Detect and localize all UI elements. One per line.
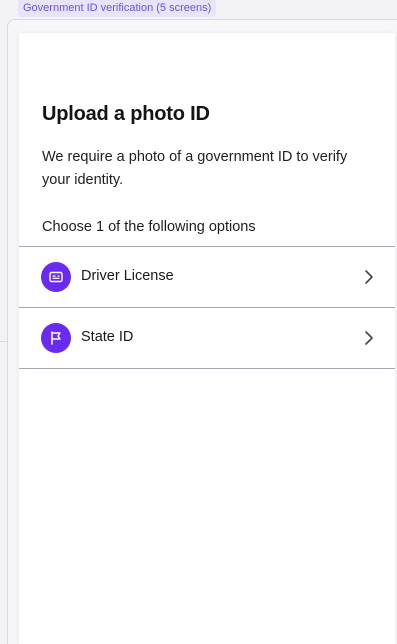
page-title: Upload a photo ID [42, 103, 210, 125]
design-canvas: Government ID verification (5 screens) U… [0, 0, 397, 644]
description-text: We require a photo of a government ID to… [42, 149, 348, 188]
flow-label[interactable]: Government ID verification (5 screens) [18, 0, 217, 17]
chevron-right-icon [365, 270, 373, 284]
choose-prompt: Choose 1 of the following options [42, 219, 256, 235]
option-label: State ID [81, 329, 134, 345]
verification-screen: Upload a photo ID We require a photo of … [19, 33, 395, 644]
option-state-id[interactable]: State ID [19, 308, 395, 369]
option-driver-license[interactable]: Driver License [19, 247, 395, 308]
id-card-icon [41, 262, 71, 292]
option-label: Driver License [81, 268, 174, 284]
chevron-right-icon [365, 331, 373, 345]
flag-icon [41, 323, 71, 353]
id-options-list: Driver License State ID [19, 246, 395, 369]
